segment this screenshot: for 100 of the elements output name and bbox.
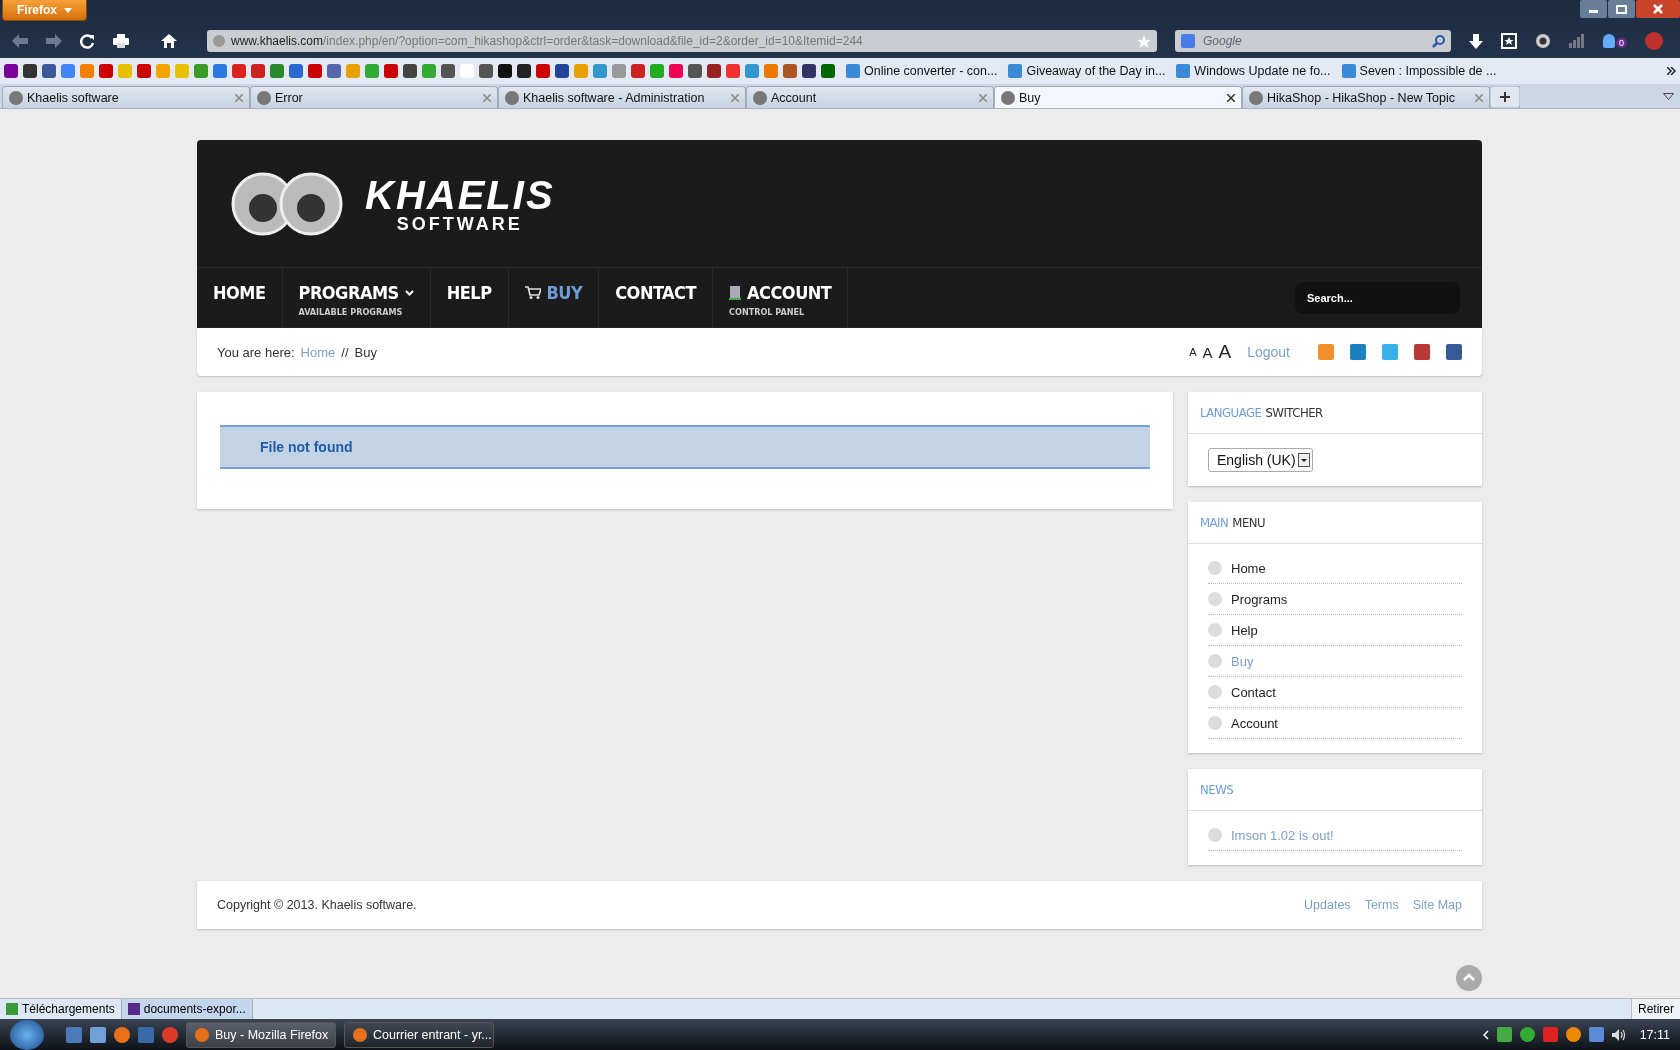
url-text: www.khaelis.com/index.php/en/?option=com_hikashop&ctrl=order&task=download&file_id=2&order_id=10&Itemid=244 (231, 34, 864, 48)
font-size-link[interactable]: A (1189, 346, 1197, 358)
font-size-link[interactable]: A (1218, 341, 1232, 363)
browser-tab[interactable]: HikaShop - HikaShop - New Topic (1242, 86, 1490, 108)
close-icon[interactable] (1636, 0, 1680, 18)
download-item[interactable]: documents-expor... (121, 999, 253, 1019)
close-tab-icon[interactable] (1227, 93, 1235, 102)
menu-link[interactable]: Account (1208, 708, 1462, 739)
taskbar-window[interactable]: Buy - Mozilla Firefox (186, 1021, 336, 1048)
bookmark-icon[interactable] (213, 64, 227, 78)
module-title: NEWS (1188, 769, 1482, 811)
clear-button[interactable]: Retirer (1631, 999, 1680, 1019)
breadcrumb-label: You are here: (217, 344, 295, 360)
network-icon[interactable] (1588, 1027, 1604, 1042)
new-tab-button[interactable] (1490, 86, 1520, 108)
search-icon[interactable] (1432, 34, 1445, 48)
bookmark-icon[interactable] (802, 64, 816, 78)
breadcrumb-separator: // (341, 344, 349, 360)
browser-tab[interactable]: Buy (994, 86, 1242, 108)
breadcrumb-current: Buy (354, 344, 377, 360)
bookmark-icon[interactable] (327, 64, 341, 78)
facebook-icon[interactable] (1446, 344, 1462, 360)
bookmark-icon[interactable] (555, 64, 569, 78)
bookmarks-icon[interactable] (1501, 33, 1517, 49)
bookmark-icon[interactable] (4, 64, 18, 78)
chevron-down-icon (404, 289, 414, 296)
bookmark-icon[interactable] (631, 64, 645, 78)
tab-list-icon[interactable] (1663, 92, 1674, 100)
download-icon[interactable] (1469, 33, 1483, 49)
menu-link[interactable]: Help (1208, 615, 1462, 646)
bookmark-item[interactable]: Seven : Impossible de ... (1341, 64, 1497, 78)
building-icon (729, 285, 742, 300)
tray-expand-icon[interactable] (1482, 1029, 1489, 1040)
print-icon[interactable] (113, 34, 129, 48)
google-icon (1181, 34, 1195, 48)
star-icon[interactable] (1137, 34, 1151, 48)
clock[interactable]: 17:11 (1639, 1027, 1670, 1042)
bookmark-icon[interactable] (821, 64, 835, 78)
bookmark-icon[interactable] (707, 64, 721, 78)
signal-bars-icon[interactable] (1569, 34, 1585, 48)
bookmark-icon[interactable] (517, 64, 531, 78)
bookmark-icon[interactable] (270, 64, 284, 78)
tray-icon[interactable] (1542, 1027, 1558, 1042)
bookmark-item[interactable]: Online converter - con... (846, 64, 998, 78)
tray-icon[interactable] (1565, 1027, 1581, 1042)
forward-icon[interactable] (46, 34, 62, 48)
linkedin-icon[interactable] (1350, 344, 1366, 360)
taskbar-window[interactable]: Courrier entrant - yr... (344, 1021, 494, 1048)
tray-icon[interactable] (1496, 1027, 1512, 1042)
bookmark-icon[interactable] (23, 64, 37, 78)
bookmark-icon[interactable] (479, 64, 493, 78)
back-icon[interactable] (12, 34, 28, 48)
home-icon[interactable] (161, 34, 177, 48)
web-search-field[interactable]: Google (1201, 33, 1426, 49)
bookmark-icon[interactable] (42, 64, 56, 78)
logo-icon (231, 171, 343, 236)
eye-icon[interactable] (1535, 33, 1551, 49)
language-select[interactable]: English (UK) (1208, 448, 1313, 472)
volume-icon[interactable] (1611, 1027, 1626, 1042)
bookmark-icon[interactable] (384, 64, 398, 78)
bookmark-icon[interactable] (536, 64, 550, 78)
error-message: File not found (220, 425, 1150, 469)
browser-tab[interactable]: Khaelis software - Administration (498, 86, 746, 108)
tray-icon[interactable] (1519, 1027, 1535, 1042)
quick-launch-icon[interactable] (66, 1026, 82, 1043)
minimize-icon[interactable] (1580, 0, 1607, 18)
google-plus-icon[interactable] (1414, 344, 1430, 360)
bookmark-item[interactable]: Giveaway of the Day in... (1008, 64, 1166, 78)
bookmark-item[interactable]: Windows Update ne fo... (1176, 64, 1331, 78)
bookmark-icon[interactable] (441, 64, 455, 78)
menu-link[interactable]: Programs (1208, 584, 1462, 615)
module-title: MAIN MENU (1188, 502, 1482, 544)
bookmark-icon[interactable] (251, 64, 265, 78)
menu-link[interactable]: Home (1208, 553, 1462, 584)
start-button[interactable] (10, 1019, 44, 1050)
scroll-to-top-button[interactable] (1456, 965, 1482, 991)
bookmark-icon[interactable] (783, 64, 797, 78)
address-bar[interactable]: www.khaelis.com/index.php/en/?option=com_hikashop&ctrl=order&task=download&file_id=2&order_id=10&Itemid=244 (207, 30, 1157, 52)
reload-icon[interactable] (80, 33, 95, 49)
overflow-chevron-icon[interactable] (1667, 67, 1676, 75)
restore-icon[interactable] (1608, 0, 1635, 18)
bookmark-icon[interactable] (403, 64, 417, 78)
bookmark-icon[interactable] (308, 64, 322, 78)
adblock-icon[interactable] (1645, 32, 1663, 50)
bookmark-icon[interactable] (688, 64, 702, 78)
quick-launch-icon[interactable] (162, 1026, 178, 1043)
search-box[interactable]: Google (1175, 30, 1451, 52)
bookmark-icon[interactable] (289, 64, 303, 78)
bookmark-icon[interactable] (137, 64, 151, 78)
font-size-link[interactable]: A (1202, 343, 1213, 361)
site-search-field[interactable]: Search... (1295, 282, 1460, 314)
quick-launch-icon[interactable] (90, 1026, 106, 1043)
browser-tab[interactable]: Account (746, 86, 994, 108)
bookmark-icon[interactable] (498, 64, 512, 78)
browser-tab[interactable]: Error (250, 86, 498, 108)
browser-tab[interactable]: Khaelis software (2, 86, 250, 108)
menu-link[interactable]: Contact (1208, 677, 1462, 708)
bookmark-icon[interactable] (232, 64, 246, 78)
bookmark-icon[interactable] (99, 64, 113, 78)
quick-launch-icon[interactable] (114, 1026, 130, 1043)
